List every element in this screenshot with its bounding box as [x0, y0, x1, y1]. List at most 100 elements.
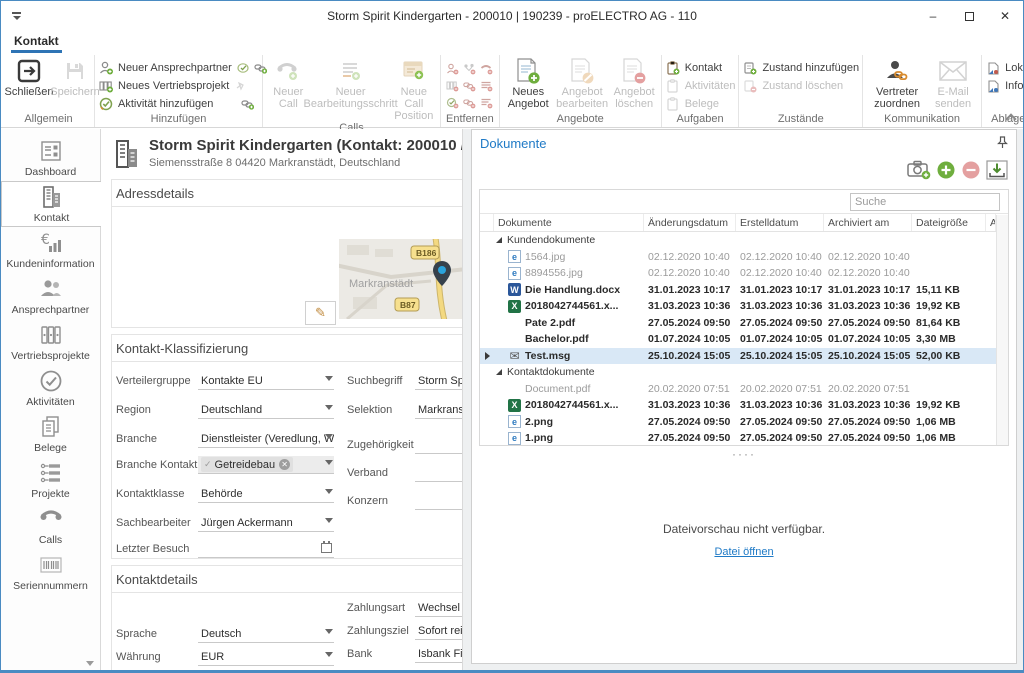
remove-bearbeitungsschritt-icon[interactable] [478, 77, 495, 94]
add-document-button[interactable] [936, 160, 956, 180]
remove-vertriebsprojekt-icon[interactable] [444, 77, 461, 94]
zahlungsart-field[interactable]: Wechsel [415, 599, 463, 617]
remove-liste-icon[interactable] [478, 94, 495, 111]
panel-splitter-handle[interactable]: ···· [472, 450, 1016, 458]
letzter-besuch-field[interactable] [198, 540, 334, 558]
remove-link2-icon[interactable] [461, 94, 478, 111]
chip-remove-icon[interactable]: ✕ [279, 459, 290, 470]
suchbegriff-field[interactable]: Storm Spirit [415, 372, 463, 390]
neues-angebot-button[interactable]: Neues Angebot [503, 56, 554, 110]
tab-kontakt[interactable]: Kontakt [11, 31, 62, 53]
ablage-info-button[interactable]: Info [985, 77, 1024, 95]
search-input[interactable] [850, 193, 1000, 211]
kontaktklasse-combo[interactable]: Behörde [198, 485, 334, 503]
sidebar-item-belege[interactable]: Belege [1, 411, 100, 457]
sidebar-item-dashboard[interactable]: Dashboard [1, 135, 100, 181]
column-header-erstelldatum[interactable]: Erstelldatum [736, 214, 824, 231]
region-combo[interactable]: Deutschland [198, 401, 334, 419]
sidebar-item-projekte[interactable]: Projekte [1, 457, 100, 503]
remove-document-button[interactable] [961, 160, 981, 180]
edit-address-button[interactable]: ✎ [305, 301, 336, 325]
file-row[interactable]: 1564.jpg 02.12.2020 10:40 02.12.2020 10:… [480, 249, 996, 266]
sprache-combo[interactable]: Deutsch [198, 625, 334, 643]
sidebar-item-calls[interactable]: Calls [1, 503, 100, 549]
selektion-field[interactable]: Markranstädt [415, 401, 463, 419]
file-row[interactable]: 1.png 27.05.2024 09:50 27.05.2024 09:50 … [480, 430, 996, 447]
aufgabe-kontakt-button[interactable]: Kontakt [665, 59, 736, 77]
column-header-aenderungsdatum[interactable]: Änderungsdatum [644, 214, 736, 231]
neuer-bearbeitungsschritt-button[interactable]: Neuer Bearbeitungsschritt [311, 56, 391, 110]
getreidebau-chip[interactable]: ✓ Getreidebau ✕ [201, 457, 293, 472]
bankkonto-field[interactable] [415, 668, 463, 670]
file-row[interactable]: 2018042744561.x... 31.03.2023 10:36 31.0… [480, 397, 996, 414]
scan-add-button[interactable] [907, 160, 931, 180]
branche-kontakt-combo[interactable]: ✓ Getreidebau ✕ [198, 456, 334, 474]
vertreter-zuordnen-button[interactable]: Vertreter zuordnen [866, 56, 928, 110]
neue-call-position-button[interactable]: Neue Call Position [391, 56, 437, 122]
aufgabe-aktivitaeten-button[interactable]: Aktivitäten [665, 77, 736, 95]
collapse-triangle-icon[interactable] [496, 369, 502, 375]
branche-combo[interactable]: Dienstleister (Veredlung, Wa... [198, 430, 334, 448]
sidebar-item-aktivitaeten[interactable]: Aktivitäten [1, 365, 100, 411]
remove-aktivitaet-icon[interactable] [444, 94, 461, 111]
file-row[interactable]: 2018042744561.x... 31.03.2023 10:36 31.0… [480, 298, 996, 315]
collapse-triangle-icon[interactable] [496, 237, 502, 243]
group-row-kontaktdokumente[interactable]: Kontaktdokumente [480, 364, 996, 381]
angebot-bearbeiten-button[interactable]: Angebot bearbeiten [554, 56, 611, 110]
file-row[interactable]: Pate 2.pdf 27.05.2024 09:50 27.05.2024 0… [480, 315, 996, 332]
column-header-dokumente[interactable]: Dokumente [494, 214, 644, 231]
ablage-lokal-button[interactable]: Lokal [985, 59, 1024, 77]
link-add-icon[interactable] [241, 98, 254, 110]
group-row-kundendokumente[interactable]: Kundendokumente [480, 232, 996, 249]
pin-icon[interactable] [997, 136, 1008, 149]
verband-field[interactable] [415, 464, 463, 482]
remove-ansprechpartner-icon[interactable] [444, 60, 461, 77]
calendar-icon[interactable] [321, 543, 332, 553]
download-document-button[interactable] [986, 160, 1008, 180]
sidebar-item-ansprechpartner[interactable]: Ansprechpartner [1, 273, 100, 319]
minimize-button[interactable]: – [915, 1, 951, 31]
neues-vertriebsprojekt-button[interactable]: Neues Vertriebsprojekt [98, 77, 267, 95]
aufgabe-belege-button[interactable]: Belege [665, 95, 736, 113]
close-button[interactable]: ✕ [987, 1, 1023, 31]
angebot-loeschen-button[interactable]: Angebot löschen [611, 56, 658, 110]
file-row[interactable]: Document.pdf 20.02.2020 07:51 20.02.2020… [480, 381, 996, 398]
remove-link-icon[interactable] [461, 77, 478, 94]
maximize-button[interactable] [951, 1, 987, 31]
column-header-dateigroesse[interactable]: Dateigröße [912, 214, 986, 231]
konzern-field[interactable] [415, 492, 463, 510]
field-label: Kontaktklasse [116, 488, 184, 500]
bank-field[interactable]: Isbank Fil I [415, 645, 463, 663]
aktivitaet-hinzufuegen-button[interactable]: Aktivität hinzufügen [98, 95, 267, 113]
zustand-hinzufuegen-button[interactable]: Zustand hinzufügen [742, 59, 859, 77]
file-row[interactable]: Bachelor.pdf 01.07.2024 10:05 01.07.2024… [480, 331, 996, 348]
column-header-truncated[interactable]: Ar [986, 214, 996, 231]
ribbon-collapse-chevron-icon[interactable] [1007, 113, 1015, 121]
sidebar-item-kontakt[interactable]: Kontakt [1, 181, 101, 227]
zahlungsziel-field[interactable]: Sofort rein [415, 622, 463, 640]
verteilergruppe-combo[interactable]: Kontakte EU [198, 372, 334, 390]
check-oval-icon[interactable] [237, 62, 249, 74]
email-senden-button[interactable]: E-Mail senden [928, 56, 978, 110]
speichern-button[interactable]: Speichern [52, 56, 98, 98]
waehrung-combo[interactable]: EUR [198, 648, 334, 666]
remove-network-icon[interactable] [461, 60, 478, 77]
sidebar-item-seriennummern[interactable]: Seriennummern [1, 549, 100, 595]
sidebar-item-kundeninformation[interactable]: € Kundeninformation [1, 227, 100, 273]
file-row-selected[interactable]: Test.msg 25.10.2024 15:05 25.10.2024 15:… [480, 348, 996, 365]
column-header-archiviert-am[interactable]: Archiviert am [824, 214, 912, 231]
sidebar-scroll-chevron-icon[interactable] [86, 661, 94, 666]
map-thumbnail[interactable]: Markranstädt B186 B87 [339, 239, 463, 319]
sachbearbeiter-combo[interactable]: Jürgen Ackermann [198, 514, 334, 532]
zustand-loeschen-button[interactable]: Zustand löschen [742, 77, 859, 95]
neuer-ansprechpartner-button[interactable]: Neuer Ansprechpartner [98, 59, 267, 77]
file-row[interactable]: 8894556.jpg 02.12.2020 10:40 02.12.2020 … [480, 265, 996, 282]
schliessen-button[interactable]: Schließen [6, 56, 52, 98]
open-file-link[interactable]: Datei öffnen [714, 546, 773, 558]
remove-call-icon[interactable] [478, 60, 495, 77]
file-row[interactable]: Die Handlung.docx 31.01.2023 10:17 31.01… [480, 282, 996, 299]
table-scrollbar[interactable] [996, 215, 1008, 445]
zugehoerigkeit-field[interactable] [415, 436, 463, 454]
file-row[interactable]: 2.png 27.05.2024 09:50 27.05.2024 09:50 … [480, 414, 996, 431]
sidebar-item-vertriebsprojekte[interactable]: Vertriebsprojekte [1, 319, 100, 365]
